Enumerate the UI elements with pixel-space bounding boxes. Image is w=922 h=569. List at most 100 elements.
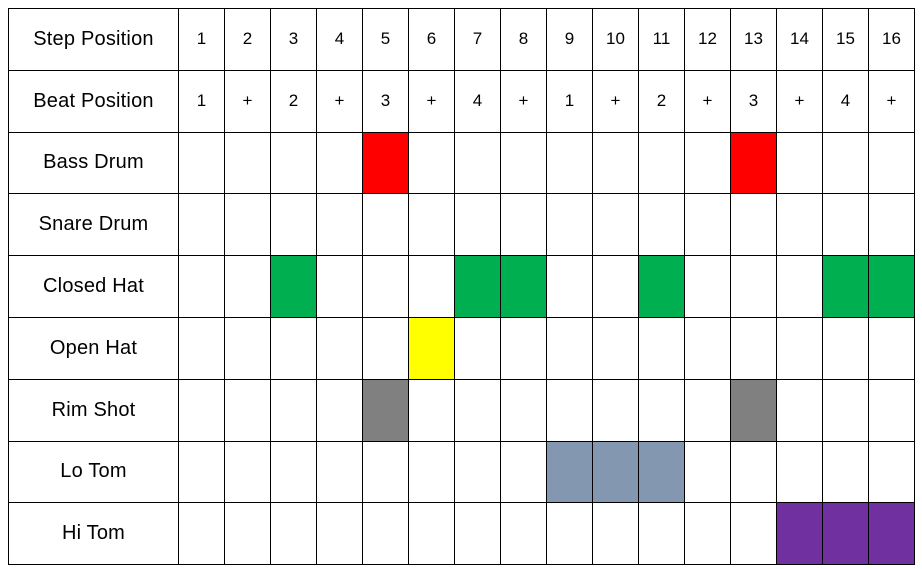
pad-bass-drum-step-14[interactable] — [776, 131, 823, 195]
pad-bass-drum-step-1[interactable] — [178, 131, 225, 195]
pad-open-hat-step-4[interactable] — [316, 316, 363, 380]
pad-closed-hat-step-12[interactable] — [684, 255, 731, 318]
pad-closed-hat-step-11[interactable] — [638, 255, 685, 318]
pad-open-hat-step-14[interactable] — [776, 316, 823, 380]
pad-snare-drum-step-6[interactable] — [408, 193, 455, 257]
pad-hi-tom-step-12[interactable] — [684, 502, 731, 566]
pad-open-hat-step-6[interactable] — [408, 316, 455, 380]
pad-rim-shot-step-10[interactable] — [592, 378, 639, 442]
pad-lo-tom-step-10[interactable] — [592, 440, 639, 504]
pad-bass-drum-step-7[interactable] — [454, 131, 501, 195]
pad-snare-drum-step-2[interactable] — [224, 193, 271, 257]
pad-snare-drum-step-8[interactable] — [500, 193, 547, 257]
pad-open-hat-step-7[interactable] — [454, 316, 501, 380]
pad-rim-shot-step-6[interactable] — [408, 378, 455, 442]
pad-hi-tom-step-6[interactable] — [408, 502, 455, 566]
pad-lo-tom-step-14[interactable] — [776, 440, 823, 504]
pad-snare-drum-step-14[interactable] — [776, 193, 823, 257]
pad-lo-tom-step-15[interactable] — [822, 440, 869, 504]
pad-bass-drum-step-9[interactable] — [546, 131, 593, 195]
pad-closed-hat-step-14[interactable] — [776, 255, 823, 318]
pad-bass-drum-step-10[interactable] — [592, 131, 639, 195]
pad-bass-drum-step-3[interactable] — [270, 131, 317, 195]
pad-lo-tom-step-7[interactable] — [454, 440, 501, 504]
pad-snare-drum-step-10[interactable] — [592, 193, 639, 257]
pad-rim-shot-step-4[interactable] — [316, 378, 363, 442]
pad-lo-tom-step-4[interactable] — [316, 440, 363, 504]
pad-closed-hat-step-16[interactable] — [868, 255, 915, 318]
pad-lo-tom-step-9[interactable] — [546, 440, 593, 504]
pad-lo-tom-step-8[interactable] — [500, 440, 547, 504]
pad-rim-shot-step-1[interactable] — [178, 378, 225, 442]
pad-closed-hat-step-6[interactable] — [408, 255, 455, 318]
pad-bass-drum-step-5[interactable] — [362, 131, 409, 195]
pad-rim-shot-step-16[interactable] — [868, 378, 915, 442]
pad-rim-shot-step-12[interactable] — [684, 378, 731, 442]
pad-rim-shot-step-15[interactable] — [822, 378, 869, 442]
pad-open-hat-step-15[interactable] — [822, 316, 869, 380]
pad-bass-drum-step-2[interactable] — [224, 131, 271, 195]
pad-lo-tom-step-12[interactable] — [684, 440, 731, 504]
pad-snare-drum-step-4[interactable] — [316, 193, 363, 257]
pad-closed-hat-step-9[interactable] — [546, 255, 593, 318]
pad-hi-tom-step-14[interactable] — [776, 502, 823, 566]
pad-snare-drum-step-5[interactable] — [362, 193, 409, 257]
pad-hi-tom-step-5[interactable] — [362, 502, 409, 566]
pad-closed-hat-step-7[interactable] — [454, 255, 501, 318]
pad-open-hat-step-12[interactable] — [684, 316, 731, 380]
pad-snare-drum-step-11[interactable] — [638, 193, 685, 257]
pad-closed-hat-step-2[interactable] — [224, 255, 271, 318]
pad-open-hat-step-16[interactable] — [868, 316, 915, 380]
pad-bass-drum-step-11[interactable] — [638, 131, 685, 195]
pad-closed-hat-step-10[interactable] — [592, 255, 639, 318]
pad-snare-drum-step-12[interactable] — [684, 193, 731, 257]
pad-open-hat-step-10[interactable] — [592, 316, 639, 380]
pad-bass-drum-step-12[interactable] — [684, 131, 731, 195]
pad-lo-tom-step-6[interactable] — [408, 440, 455, 504]
pad-bass-drum-step-16[interactable] — [868, 131, 915, 195]
pad-snare-drum-step-7[interactable] — [454, 193, 501, 257]
pad-hi-tom-step-11[interactable] — [638, 502, 685, 566]
pad-snare-drum-step-9[interactable] — [546, 193, 593, 257]
pad-open-hat-step-5[interactable] — [362, 316, 409, 380]
pad-bass-drum-step-13[interactable] — [730, 131, 777, 195]
pad-hi-tom-step-10[interactable] — [592, 502, 639, 566]
pad-rim-shot-step-7[interactable] — [454, 378, 501, 442]
pad-lo-tom-step-11[interactable] — [638, 440, 685, 504]
pad-rim-shot-step-2[interactable] — [224, 378, 271, 442]
pad-hi-tom-step-2[interactable] — [224, 502, 271, 566]
pad-snare-drum-step-16[interactable] — [868, 193, 915, 257]
pad-rim-shot-step-3[interactable] — [270, 378, 317, 442]
pad-lo-tom-step-1[interactable] — [178, 440, 225, 504]
pad-hi-tom-step-16[interactable] — [868, 502, 915, 566]
pad-hi-tom-step-4[interactable] — [316, 502, 363, 566]
pad-closed-hat-step-4[interactable] — [316, 255, 363, 318]
pad-open-hat-step-3[interactable] — [270, 316, 317, 380]
pad-open-hat-step-11[interactable] — [638, 316, 685, 380]
pad-snare-drum-step-15[interactable] — [822, 193, 869, 257]
pad-closed-hat-step-5[interactable] — [362, 255, 409, 318]
pad-closed-hat-step-3[interactable] — [270, 255, 317, 318]
pad-rim-shot-step-11[interactable] — [638, 378, 685, 442]
pad-open-hat-step-8[interactable] — [500, 316, 547, 380]
pad-bass-drum-step-4[interactable] — [316, 131, 363, 195]
pad-lo-tom-step-2[interactable] — [224, 440, 271, 504]
pad-closed-hat-step-13[interactable] — [730, 255, 777, 318]
pad-open-hat-step-2[interactable] — [224, 316, 271, 380]
pad-rim-shot-step-5[interactable] — [362, 378, 409, 442]
pad-closed-hat-step-8[interactable] — [500, 255, 547, 318]
pad-bass-drum-step-8[interactable] — [500, 131, 547, 195]
pad-hi-tom-step-13[interactable] — [730, 502, 777, 566]
pad-hi-tom-step-7[interactable] — [454, 502, 501, 566]
pad-lo-tom-step-5[interactable] — [362, 440, 409, 504]
pad-open-hat-step-1[interactable] — [178, 316, 225, 380]
pad-snare-drum-step-1[interactable] — [178, 193, 225, 257]
pad-lo-tom-step-16[interactable] — [868, 440, 915, 504]
pad-hi-tom-step-8[interactable] — [500, 502, 547, 566]
pad-open-hat-step-13[interactable] — [730, 316, 777, 380]
pad-closed-hat-step-15[interactable] — [822, 255, 869, 318]
pad-snare-drum-step-13[interactable] — [730, 193, 777, 257]
pad-open-hat-step-9[interactable] — [546, 316, 593, 380]
pad-hi-tom-step-3[interactable] — [270, 502, 317, 566]
pad-closed-hat-step-1[interactable] — [178, 255, 225, 318]
